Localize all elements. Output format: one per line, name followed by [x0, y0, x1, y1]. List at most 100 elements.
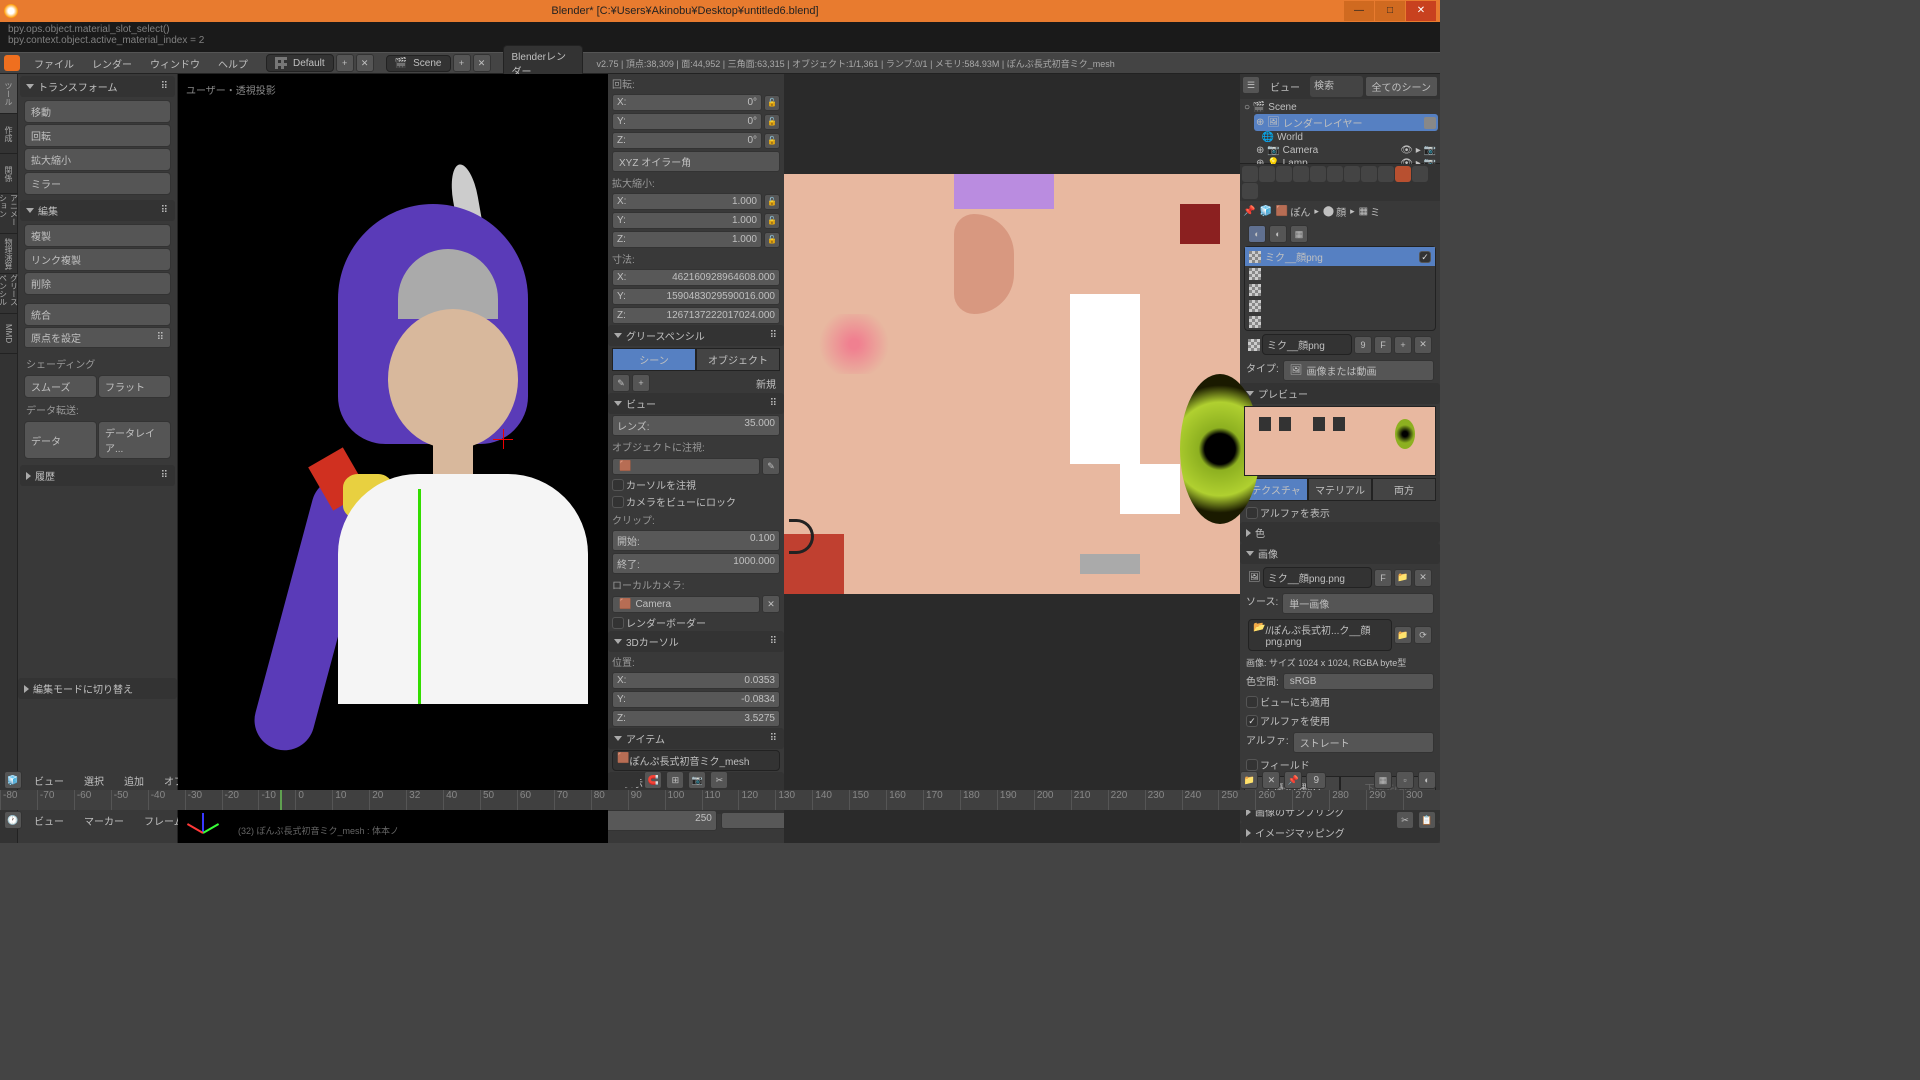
- ctx-world-icon[interactable]: ◐: [1248, 225, 1266, 243]
- maximize-button[interactable]: □: [1375, 1, 1405, 21]
- data-button[interactable]: データ: [24, 421, 97, 459]
- tab-constraints[interactable]: [1327, 166, 1343, 182]
- path-field[interactable]: 📂 //ぽんぷ長式初...ク__顔png.png: [1248, 619, 1392, 651]
- clear-icon[interactable]: ✕: [762, 595, 780, 613]
- use-view-check[interactable]: [1246, 696, 1258, 708]
- remove-scene-button[interactable]: ✕: [473, 54, 491, 72]
- timeline-type-icon[interactable]: 🕐: [4, 811, 22, 829]
- tl-marker-menu[interactable]: マーカー: [76, 810, 132, 831]
- image-name-field[interactable]: ミク__顔png.png: [1263, 567, 1372, 588]
- lock-icon[interactable]: 🔓: [764, 232, 780, 248]
- rot-x-field[interactable]: X:0°: [612, 94, 762, 111]
- field-check[interactable]: [1246, 759, 1258, 771]
- add-menu[interactable]: 追加: [116, 770, 152, 791]
- tab-texture[interactable]: [1395, 166, 1411, 182]
- ctx-brush-icon[interactable]: ▦: [1290, 225, 1308, 243]
- texture-slot[interactable]: [1245, 266, 1435, 282]
- close-button[interactable]: ✕: [1406, 1, 1436, 21]
- num-users[interactable]: 9: [1354, 336, 1372, 354]
- uv-image-editor[interactable]: [784, 74, 1240, 843]
- gp-add-icon[interactable]: +: [632, 374, 650, 392]
- clip-end-field[interactable]: 終了:1000.000: [612, 553, 780, 574]
- cursor-focus-check[interactable]: [612, 479, 624, 491]
- blender-logo-icon[interactable]: [4, 55, 20, 71]
- render-menu[interactable]: レンダー: [84, 53, 140, 74]
- tab-data[interactable]: [1361, 166, 1377, 182]
- tl-view-menu[interactable]: ビュー: [26, 810, 72, 831]
- focus-obj-select[interactable]: 🟫: [612, 458, 760, 475]
- duplicate-linked-button[interactable]: リンク複製: [24, 248, 171, 271]
- texture-slot[interactable]: ミク__顔png: [1245, 247, 1435, 266]
- dim-x-field[interactable]: X:462160928964608.000: [612, 269, 780, 286]
- type-select[interactable]: 🖼 画像または動画: [1283, 360, 1434, 381]
- transform-header[interactable]: トランスフォーム⠿: [20, 76, 175, 97]
- flat-button[interactable]: フラット: [98, 375, 171, 398]
- rotation-mode-select[interactable]: XYZ オイラー角: [612, 151, 780, 172]
- tab-world[interactable]: [1293, 166, 1309, 182]
- source-select[interactable]: 単一画像: [1282, 593, 1434, 614]
- add-layout-button[interactable]: +: [336, 54, 354, 72]
- delete-button[interactable]: 削除: [24, 272, 171, 295]
- scale-button[interactable]: 拡大縮小: [24, 148, 171, 171]
- tab-tools[interactable]: ツール: [0, 74, 17, 114]
- uv-pin[interactable]: 📌: [1284, 771, 1302, 789]
- tree-camera[interactable]: ⊕ 📷 Camera👁 ▸ 📷: [1254, 144, 1438, 157]
- rotate-button[interactable]: 回転: [24, 124, 171, 147]
- img-fake-user[interactable]: F: [1374, 569, 1392, 587]
- clip-icon[interactable]: ✂: [710, 771, 728, 789]
- img-open[interactable]: 📁: [1394, 569, 1412, 587]
- render-border-check[interactable]: [612, 617, 624, 629]
- tab-modifiers[interactable]: [1344, 166, 1360, 182]
- edit-header[interactable]: 編集⠿: [20, 200, 175, 221]
- view-menu[interactable]: ビュー: [26, 770, 72, 791]
- outliner-filter[interactable]: 全てのシーン: [1365, 76, 1439, 97]
- history-header[interactable]: 履歴⠿: [20, 465, 175, 486]
- scene-selector[interactable]: 🎬 Scene: [386, 55, 451, 72]
- tab-object[interactable]: [1310, 166, 1326, 182]
- item-header[interactable]: アイテム⠿: [608, 728, 784, 749]
- pv-both-tab[interactable]: 両方: [1372, 478, 1436, 501]
- cursor-y-field[interactable]: Y:-0.0834: [612, 691, 780, 708]
- uv-rgb[interactable]: ▦: [1374, 771, 1392, 789]
- texture-slot[interactable]: [1245, 314, 1435, 330]
- texture-slot[interactable]: [1245, 298, 1435, 314]
- tab-animation[interactable]: アニメーション: [0, 194, 17, 234]
- tab-physics[interactable]: 物理演算: [0, 234, 17, 274]
- tab-particles[interactable]: [1412, 166, 1428, 182]
- cursor-header[interactable]: 3Dカーソル⠿: [608, 631, 784, 652]
- preview-header[interactable]: プレビュー: [1240, 383, 1440, 404]
- cursor-z-field[interactable]: Z:3.5275: [612, 710, 780, 727]
- join-button[interactable]: 統合: [24, 303, 171, 326]
- show-alpha-check[interactable]: [1246, 507, 1258, 519]
- editor-type-icon[interactable]: 🧊: [4, 771, 22, 789]
- outliner-view-menu[interactable]: ビュー: [1262, 76, 1308, 97]
- view-header[interactable]: ビュー⠿: [608, 393, 784, 414]
- file-menu[interactable]: ファイル: [26, 53, 82, 74]
- image-header[interactable]: 画像: [1240, 543, 1440, 564]
- scale-x-field[interactable]: X:1.000: [612, 193, 762, 210]
- add-scene-button[interactable]: +: [453, 54, 471, 72]
- colorspace-select[interactable]: sRGB: [1283, 673, 1434, 690]
- add-tex[interactable]: +: [1394, 336, 1412, 354]
- cursor-x-field[interactable]: X:0.0353: [612, 672, 780, 689]
- uv-del[interactable]: ✕: [1262, 771, 1280, 789]
- img-del[interactable]: ✕: [1414, 569, 1432, 587]
- tl-cut-icon[interactable]: ✂: [1396, 811, 1414, 829]
- gp-scene-tab[interactable]: シーン: [612, 348, 696, 371]
- reload-icon[interactable]: ⟳: [1414, 626, 1432, 644]
- grease-header[interactable]: グリースペンシル⠿: [608, 325, 784, 346]
- snap-icon[interactable]: 🧲: [644, 771, 662, 789]
- uv-channel[interactable]: 9: [1306, 772, 1326, 789]
- snap-type-icon[interactable]: ⊞: [666, 771, 684, 789]
- tab-scene[interactable]: [1276, 166, 1292, 182]
- outliner-search[interactable]: 検索: [1310, 76, 1363, 97]
- data-layout-button[interactable]: データレイア...: [98, 421, 171, 459]
- gp-edit-icon[interactable]: ✎: [612, 374, 630, 392]
- texture-slot[interactable]: [1245, 282, 1435, 298]
- operator-panel[interactable]: 編集モードに切り替え: [18, 678, 177, 699]
- tab-render[interactable]: [1242, 166, 1258, 182]
- uv-alpha[interactable]: ▫: [1396, 771, 1414, 789]
- remove-layout-button[interactable]: ✕: [356, 54, 374, 72]
- dim-y-field[interactable]: Y:1590483029590016.000: [612, 288, 780, 305]
- origin-select[interactable]: 原点を設定⠿: [24, 327, 171, 348]
